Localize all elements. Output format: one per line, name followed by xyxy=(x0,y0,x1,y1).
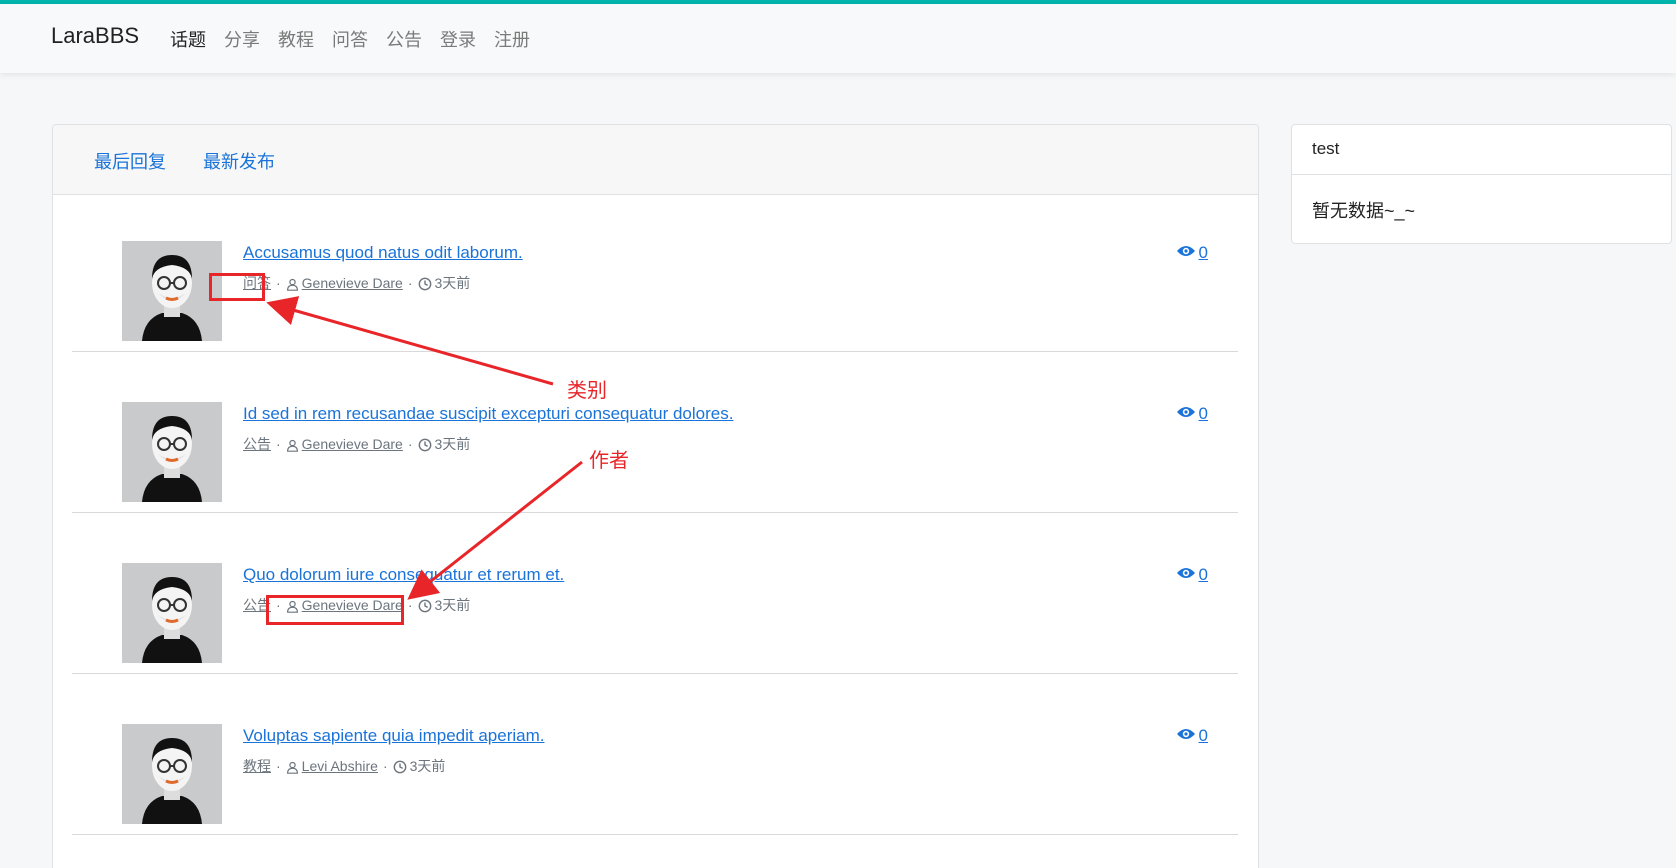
eye-icon xyxy=(1176,565,1196,585)
annotation-box-category xyxy=(209,273,265,301)
topic-author-link[interactable]: Genevieve Dare xyxy=(302,275,403,291)
user-icon xyxy=(286,275,302,291)
nav-item-qa[interactable]: 问答 xyxy=(332,26,368,52)
eye-icon xyxy=(1176,726,1196,746)
author-avatar[interactable] xyxy=(122,241,222,341)
brand-logo[interactable]: LaraBBS xyxy=(51,23,139,49)
topic-time: 3天前 xyxy=(409,758,446,774)
nav-item-share[interactable]: 分享 xyxy=(224,26,260,52)
annotation-label-category: 类别 xyxy=(567,380,607,402)
meta-separator: · xyxy=(382,758,388,774)
topic-view-count: 0 xyxy=(1198,243,1208,262)
nav-item-notice[interactable]: 公告 xyxy=(386,26,422,52)
user-icon xyxy=(286,436,302,452)
eye-icon xyxy=(1176,243,1196,263)
topic-views-link[interactable]: 0 xyxy=(1176,404,1208,424)
topic-meta: 问答 · Genevieve Dare · 3天前 xyxy=(243,273,470,293)
topic-time: 3天前 xyxy=(434,436,471,452)
nav-item-register[interactable]: 注册 xyxy=(494,26,530,52)
clock-icon xyxy=(393,758,410,774)
author-avatar[interactable] xyxy=(122,402,222,502)
topic-views-link[interactable]: 0 xyxy=(1176,565,1208,585)
tab-last-reply[interactable]: 最后回复 xyxy=(94,148,166,174)
topic-title[interactable]: Voluptas sapiente quia impedit aperiam. xyxy=(243,726,544,746)
clock-icon xyxy=(418,597,435,613)
sidebar-empty-text: 暂无数据~_~ xyxy=(1312,201,1416,221)
meta-separator: · xyxy=(276,275,281,291)
sidebar-card: test 暂无数据~_~ xyxy=(1291,124,1672,244)
topic-author-link[interactable]: Genevieve Dare xyxy=(302,436,403,452)
annotation-box-author xyxy=(266,595,404,625)
topic-view-count: 0 xyxy=(1198,565,1208,584)
meta-separator: · xyxy=(407,275,413,291)
topic-meta: 教程 · Levi Abshire · 3天前 xyxy=(243,756,445,776)
eye-icon xyxy=(1176,404,1196,424)
nav-item-topics[interactable]: 话题 xyxy=(170,26,206,52)
topic-row: Quo dolorum iure consequatur et rerum et… xyxy=(72,513,1238,674)
topic-time: 3天前 xyxy=(434,597,471,613)
meta-separator: · xyxy=(276,436,281,452)
tab-newest[interactable]: 最新发布 xyxy=(203,148,275,174)
meta-separator: · xyxy=(276,758,281,774)
nav-item-tutorial[interactable]: 教程 xyxy=(278,26,314,52)
topic-views-link[interactable]: 0 xyxy=(1176,243,1208,263)
topic-category-link[interactable]: 公告 xyxy=(243,434,271,454)
topic-time: 3天前 xyxy=(434,275,471,291)
meta-separator: · xyxy=(407,597,413,613)
author-avatar[interactable] xyxy=(122,563,222,663)
topic-title[interactable]: Id sed in rem recusandae suscipit except… xyxy=(243,404,733,424)
meta-separator: · xyxy=(407,436,413,452)
user-icon xyxy=(286,758,302,774)
topic-author-link[interactable]: Levi Abshire xyxy=(302,758,378,774)
topic-list-header: 最后回复 最新发布 xyxy=(53,125,1258,195)
topic-row: Accusamus quod natus odit laborum. 问答 · … xyxy=(72,191,1238,352)
topic-title[interactable]: Quo dolorum iure consequatur et rerum et… xyxy=(243,565,564,585)
clock-icon xyxy=(418,275,435,291)
navbar: LaraBBS 话题 分享 教程 问答 公告 登录 注册 xyxy=(0,4,1676,73)
topic-category-link[interactable]: 教程 xyxy=(243,756,271,776)
author-avatar[interactable] xyxy=(122,724,222,824)
nav-menu: 话题 分享 教程 问答 公告 登录 注册 xyxy=(170,26,548,52)
nav-item-login[interactable]: 登录 xyxy=(440,26,476,52)
clock-icon xyxy=(418,436,435,452)
topic-views-link[interactable]: 0 xyxy=(1176,726,1208,746)
topic-view-count: 0 xyxy=(1198,726,1208,745)
sidebar-title: test xyxy=(1292,125,1671,175)
topic-row: Id sed in rem recusandae suscipit except… xyxy=(72,352,1238,513)
topic-view-count: 0 xyxy=(1198,404,1208,423)
topic-title[interactable]: Accusamus quod natus odit laborum. xyxy=(243,243,523,263)
topic-meta: 公告 · Genevieve Dare · 3天前 xyxy=(243,434,470,454)
annotation-label-author: 作者 xyxy=(589,450,629,472)
topic-row: Voluptas sapiente quia impedit aperiam. … xyxy=(72,674,1238,835)
